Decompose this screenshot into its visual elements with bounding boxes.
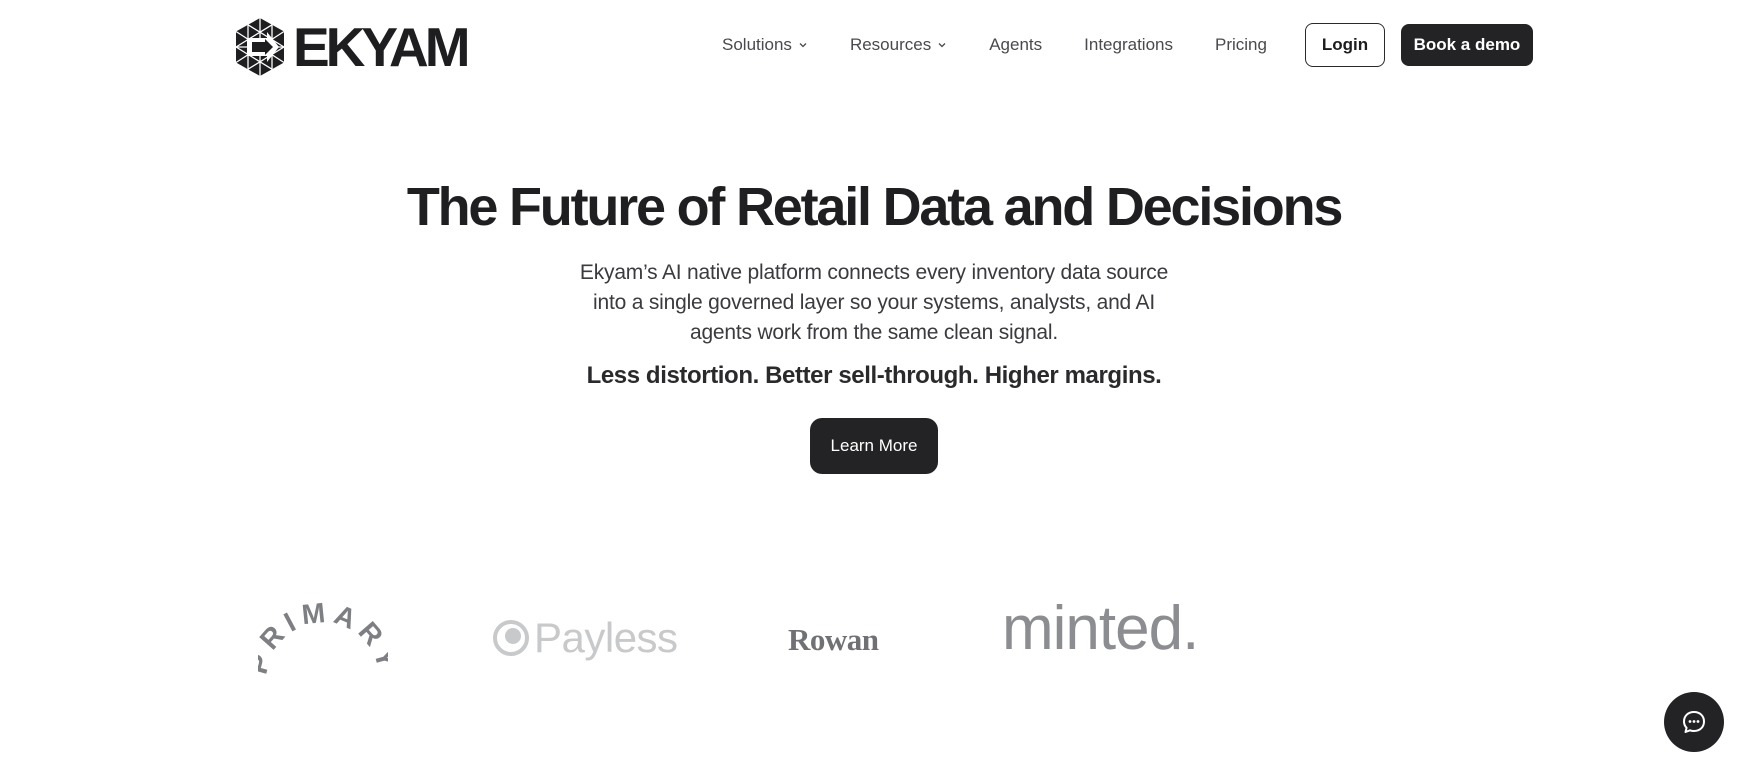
brand-name: EKYAM [293, 15, 471, 78]
brand-logo[interactable]: EKYAM [233, 15, 471, 78]
nav-integrations[interactable]: Integrations [1084, 35, 1173, 55]
client-primary-text: PRIMARY [242, 596, 399, 677]
hero-description: Ekyam’s AI native platform connects ever… [579, 261, 1169, 344]
nav-solutions[interactable]: Solutions [722, 35, 808, 55]
hero-title: The Future of Retail Data and Decisions [406, 177, 1344, 237]
nav-pricing-label: Pricing [1214, 35, 1267, 54]
primary-logo-icon: PRIMARY [242, 596, 399, 677]
client-logo-rowan: Rowan [788, 622, 879, 657]
payless-mark-icon [493, 620, 529, 656]
nav-solutions-label: Solutions [722, 35, 792, 54]
nav-integrations-label: Integrations [1084, 35, 1173, 54]
site-header: EKYAM Solutions Resources Agents Integra… [0, 0, 1748, 92]
chat-bubble-icon [1683, 711, 1705, 733]
login-button[interactable]: Login [1304, 23, 1385, 67]
client-logo-payless: Payless [492, 614, 678, 662]
main-nav: Solutions Resources Agents Integrations … [722, 22, 1533, 68]
client-payless-text: Payless [534, 614, 678, 661]
nav-agents[interactable]: Agents [989, 35, 1042, 55]
nav-resources[interactable]: Resources [850, 35, 947, 55]
ekyam-logo-icon [235, 18, 285, 76]
learn-more-button[interactable]: Learn More [810, 418, 938, 474]
client-logo-primary: PRIMARY [242, 596, 399, 680]
nav-resources-label: Resources [849, 35, 932, 54]
hero-tagline: Less distortion. Better sell-through. Hi… [586, 362, 1162, 389]
book-demo-button[interactable]: Book a demo [1400, 24, 1533, 66]
chat-button[interactable] [1664, 692, 1724, 752]
nav-agents-label: Agents [989, 35, 1043, 54]
svg-text:PRIMARY: PRIMARY [258, 600, 388, 677]
client-logo-minted: minted. [1002, 594, 1199, 663]
nav-pricing[interactable]: Pricing [1215, 35, 1267, 55]
chevron-down-icon [799, 43, 807, 48]
page: EKYAM Solutions Resources Agents Integra… [0, 0, 1748, 776]
chevron-down-icon [938, 43, 946, 48]
